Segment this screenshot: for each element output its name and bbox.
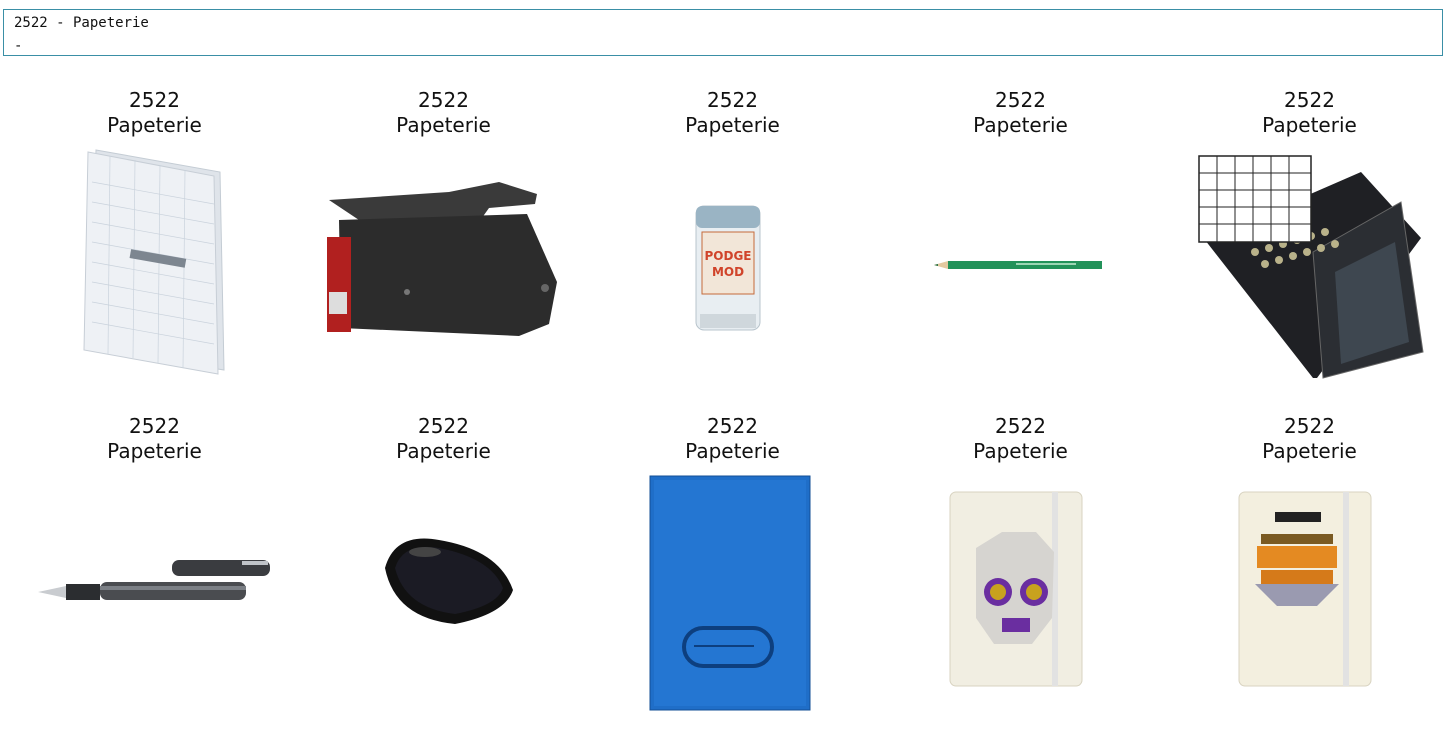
header-subtitle: - — [14, 38, 23, 54]
product-code: 2522 — [707, 414, 758, 438]
ink-pad-icon — [299, 468, 588, 711]
product-category: Papeterie — [107, 113, 202, 137]
product-category: Papeterie — [973, 439, 1068, 463]
product-code: 2522 — [129, 414, 180, 438]
product-card[interactable]: 2522 Papeterie — [10, 64, 299, 391]
product-category: Papeterie — [685, 113, 780, 137]
product-card[interactable]: 2522 Papeterie — [299, 64, 588, 391]
product-code: 2522 — [418, 414, 469, 438]
blue-folder-icon — [588, 468, 877, 711]
product-card[interactable]: 2522 Papeterie — [1165, 64, 1446, 391]
skull-notebook-icon — [876, 468, 1165, 711]
header-box: 2522 - Papeterie - — [3, 9, 1443, 56]
product-category: Papeterie — [973, 113, 1068, 137]
product-label: 2522 Papeterie — [1165, 414, 1446, 464]
header-title: 2522 - Papeterie — [14, 15, 149, 31]
product-grid: 2522 Papeterie 2522 Papeterie 2522 Papet… — [0, 64, 1446, 729]
product-code: 2522 — [707, 88, 758, 112]
svg-text:PODGE: PODGE — [704, 249, 751, 263]
product-category: Papeterie — [107, 439, 202, 463]
product-code: 2522 — [1284, 414, 1335, 438]
product-label: 2522 Papeterie — [876, 414, 1165, 464]
grid-notebook-icon — [10, 142, 299, 385]
product-card[interactable]: 2522 Papeterie PODGE MOD — [588, 64, 877, 391]
product-code: 2522 — [129, 88, 180, 112]
product-code: 2522 — [995, 414, 1046, 438]
product-label: 2522 Papeterie — [10, 414, 299, 464]
product-label: 2522 Papeterie — [1165, 88, 1446, 138]
product-category: Papeterie — [1262, 439, 1357, 463]
mod-podge-jar-icon: PODGE MOD — [588, 142, 877, 385]
product-label: 2522 Papeterie — [299, 414, 588, 464]
green-pencil-icon — [876, 142, 1165, 385]
product-card[interactable]: 2522 Papeterie — [299, 390, 588, 717]
product-label: 2522 Papeterie — [876, 88, 1165, 138]
product-label: 2522 Papeterie — [588, 88, 877, 138]
product-category: Papeterie — [1262, 113, 1357, 137]
product-label: 2522 Papeterie — [588, 414, 877, 464]
product-code: 2522 — [418, 88, 469, 112]
product-card[interactable]: 2522 Papeterie — [588, 390, 877, 717]
product-category: Papeterie — [396, 113, 491, 137]
date-stamp-icon — [299, 142, 588, 385]
product-category: Papeterie — [396, 439, 491, 463]
product-label: 2522 Papeterie — [10, 88, 299, 138]
product-category: Papeterie — [685, 439, 780, 463]
product-label: 2522 Papeterie — [299, 88, 588, 138]
product-code: 2522 — [995, 88, 1046, 112]
product-card[interactable]: 2522 Papeterie — [1165, 390, 1446, 717]
product-card[interactable]: 2522 Papeterie — [876, 390, 1165, 717]
product-code: 2522 — [1284, 88, 1335, 112]
fountain-pen-icon — [10, 468, 299, 711]
svg-text:MOD: MOD — [712, 265, 744, 279]
product-card[interactable]: 2522 Papeterie — [10, 390, 299, 717]
product-card[interactable]: 2522 Papeterie — [876, 64, 1165, 391]
house-notebook-icon — [1165, 468, 1446, 711]
pigment-palette-icon — [1165, 142, 1446, 385]
